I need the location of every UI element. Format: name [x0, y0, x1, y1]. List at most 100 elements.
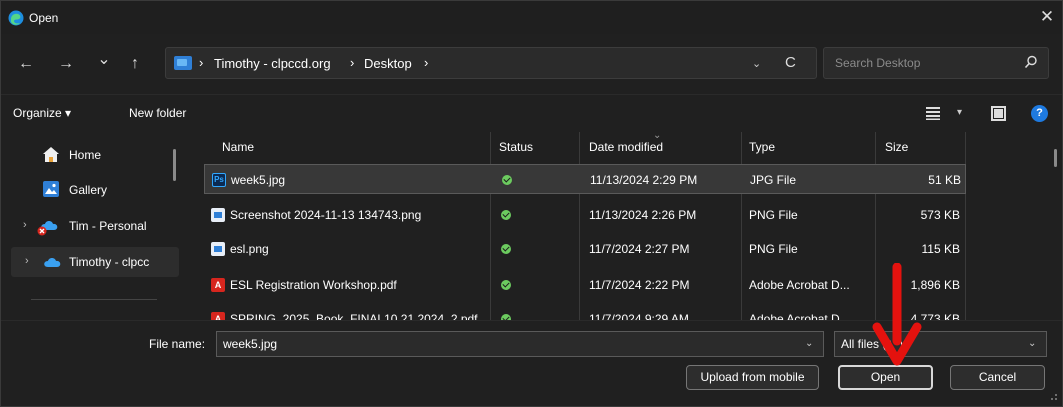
file-row-spring-2025-book-pdf[interactable]: A SPRING_2025_Book_FINAL10.21.2024_2.pdf… — [204, 304, 966, 320]
address-dropdown-icon[interactable]: ⌄ — [752, 57, 761, 70]
title-bar: Open ✕ — [1, 1, 1062, 34]
resize-grip-icon[interactable] — [1048, 391, 1058, 401]
view-dropdown-icon[interactable]: ▾ — [957, 107, 962, 118]
file-size: 115 KB — [921, 242, 960, 256]
file-name: ESL Registration Workshop.pdf — [230, 278, 397, 292]
file-name: esl.png — [230, 242, 269, 256]
file-size: 51 KB — [928, 173, 961, 187]
open-file-dialog: Open ✕ ← → ⌄ ↑ › Timothy - clpccd.org › … — [0, 0, 1063, 407]
file-name-dropdown-icon[interactable]: ⌄ — [805, 338, 813, 349]
search-box[interactable]: Search Desktop — [823, 47, 1049, 79]
column-header-name[interactable]: Name — [222, 140, 254, 154]
back-arrow-icon[interactable]: ← — [15, 54, 37, 74]
file-date-modified: 11/7/2024 9:29 AM — [589, 312, 689, 320]
file-size: 1,896 KB — [910, 278, 960, 292]
onedrive-icon — [37, 221, 58, 236]
sidebar-item-gallery[interactable]: Gallery — [11, 175, 179, 205]
pdf-file-icon: A — [211, 312, 225, 320]
file-row-esl-registration-pdf[interactable]: A ESL Registration Workshop.pdf 11/7/202… — [204, 270, 966, 300]
png-file-icon — [211, 242, 225, 256]
cancel-button[interactable]: Cancel — [950, 365, 1045, 390]
file-type-dropdown-icon[interactable]: ⌄ — [1028, 338, 1036, 349]
expand-chevron-icon[interactable]: › — [23, 219, 27, 231]
photoshop-file-icon: Ps — [212, 173, 226, 187]
close-icon[interactable]: ✕ — [1035, 6, 1059, 28]
window-title: Open — [29, 11, 59, 25]
file-type-select[interactable]: All files (*.*) ⌄ — [834, 331, 1047, 357]
recent-locations-chevron-icon[interactable]: ⌄ — [93, 50, 115, 70]
file-name: Screenshot 2024-11-13 134743.png — [230, 208, 422, 222]
home-icon — [43, 147, 59, 162]
organize-button[interactable]: Organize ▾ — [13, 106, 71, 120]
png-file-icon — [211, 208, 225, 222]
pdf-file-icon: A — [211, 278, 225, 292]
file-date-modified: 11/13/2024 2:29 PM — [590, 173, 698, 187]
file-row-esl-png[interactable]: esl.png 11/7/2024 2:27 PM PNG File 115 K… — [204, 234, 966, 264]
file-type-value: All files (*.*) — [841, 337, 904, 351]
search-input[interactable]: Search Desktop — [835, 56, 920, 70]
file-size: 4,773 KB — [910, 312, 960, 320]
sidebar-scrollbar[interactable] — [173, 149, 176, 181]
synced-status-icon — [501, 210, 511, 220]
file-row-week5-jpg[interactable]: Ps week5.jpg 11/13/2024 2:29 PM JPG File… — [204, 164, 966, 194]
view-details-icon[interactable] — [926, 106, 940, 120]
expand-chevron-icon[interactable]: › — [25, 255, 29, 267]
synced-status-icon — [501, 280, 511, 290]
address-bar[interactable]: › Timothy - clpccd.org › Desktop › ⌄ C — [165, 47, 817, 79]
synced-status-icon — [501, 244, 511, 254]
sidebar-item-home[interactable]: Home — [11, 140, 179, 170]
navigation-bar: ← → ⌄ ↑ › Timothy - clpccd.org › Desktop… — [1, 34, 1062, 94]
location-icon — [174, 56, 192, 70]
synced-status-icon — [502, 175, 512, 185]
column-header-date-modified[interactable]: Date modified — [589, 140, 663, 154]
file-name: week5.jpg — [231, 173, 286, 187]
sidebar-item-tim-personal[interactable]: › Tim - Personal — [11, 211, 179, 241]
sidebar-item-label: Home — [69, 148, 102, 162]
help-icon[interactable]: ? — [1031, 105, 1048, 122]
upload-from-mobile-button[interactable]: Upload from mobile — [686, 365, 819, 390]
file-name: SPRING_2025_Book_FINAL10.21.2024_2.pdf — [230, 312, 478, 320]
preview-pane-icon[interactable] — [991, 106, 1006, 121]
file-list-scrollbar[interactable] — [1054, 149, 1057, 167]
navigation-pane: Home Gallery › Tim - Personal › Timothy … — [1, 132, 196, 320]
file-type: JPG File — [750, 173, 797, 187]
file-date-modified: 11/7/2024 2:27 PM — [589, 242, 690, 256]
column-header-status[interactable]: Status — [499, 140, 533, 154]
sidebar-item-label: Gallery — [69, 183, 108, 197]
file-row-screenshot-png[interactable]: Screenshot 2024-11-13 134743.png 11/13/2… — [204, 200, 966, 230]
breadcrumb-separator[interactable]: › — [199, 55, 203, 70]
forward-arrow-icon[interactable]: → — [55, 54, 77, 74]
sidebar-item-label: Tim - Personal — [69, 219, 147, 233]
column-header-size[interactable]: Size — [885, 140, 908, 154]
file-list: Name Status ⌄ Date modified Type Size Ps… — [196, 132, 1062, 320]
new-folder-button[interactable]: New folder — [129, 106, 186, 120]
file-date-modified: 11/13/2024 2:26 PM — [589, 208, 697, 222]
open-button[interactable]: Open — [838, 365, 933, 390]
edge-browser-icon — [8, 10, 24, 26]
file-name-field[interactable]: week5.jpg ⌄ — [216, 331, 824, 357]
onedrive-icon — [44, 258, 61, 267]
column-header-type[interactable]: Type — [749, 140, 775, 154]
file-type: PNG File — [749, 208, 798, 222]
breadcrumb-separator[interactable]: › — [350, 55, 354, 70]
file-size: 573 KB — [920, 208, 960, 222]
breadcrumb-timothy-clpccd[interactable]: Timothy - clpccd.org — [214, 56, 331, 71]
breadcrumb-desktop[interactable]: Desktop — [364, 56, 412, 71]
file-name-value[interactable]: week5.jpg — [223, 337, 277, 351]
file-type: Adobe Acrobat D... — [749, 312, 850, 320]
file-selection-panel: File name: week5.jpg ⌄ All files (*.*) ⌄… — [1, 320, 1062, 406]
file-type: Adobe Acrobat D... — [749, 278, 850, 292]
sidebar-item-label: Timothy - clpcc — [69, 255, 150, 269]
file-name-label: File name: — [149, 337, 206, 351]
up-arrow-icon[interactable]: ↑ — [124, 54, 146, 74]
command-toolbar: Organize ▾ New folder ▾ ? — [1, 94, 1062, 132]
sidebar-divider — [31, 299, 157, 300]
refresh-icon[interactable]: C — [785, 54, 796, 71]
file-type: PNG File — [749, 242, 798, 256]
column-header-row: Name Status ⌄ Date modified Type Size — [196, 132, 966, 162]
gallery-icon — [43, 181, 59, 197]
breadcrumb-separator[interactable]: › — [424, 55, 428, 70]
search-icon — [1024, 55, 1037, 69]
file-date-modified: 11/7/2024 2:22 PM — [589, 278, 690, 292]
sidebar-item-timothy-clpcc[interactable]: › Timothy - clpcc — [11, 247, 179, 277]
